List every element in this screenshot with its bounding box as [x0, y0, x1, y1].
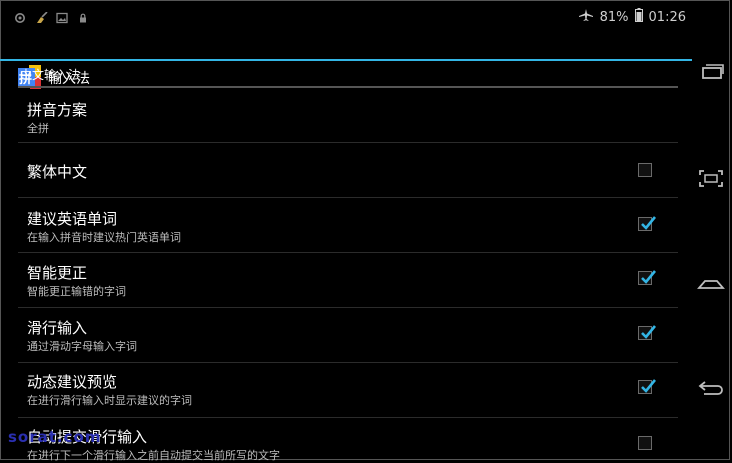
setting-title: 滑行输入 [27, 319, 88, 337]
setting-subtitle: 在进行滑行输入时显示建议的字词 [27, 394, 192, 407]
battery-percent: 81% [599, 9, 629, 25]
traditional-chinese-checkbox[interactable] [638, 163, 652, 177]
setting-subtitle: 通过滑动字母输入字词 [27, 340, 137, 353]
section-header: 中文输入法 [20, 68, 81, 82]
setting-gesture-typing[interactable]: 滑行输入 通过滑动字母输入字词 [18, 308, 678, 363]
suggest-english-checkbox[interactable] [638, 216, 657, 231]
setting-subtitle: 在进行下一个滑行输入之前自动提交当前所写的文字 [27, 449, 280, 462]
back-icon[interactable] [694, 375, 728, 399]
setting-title: 智能更正 [27, 264, 88, 282]
notification-icons [14, 9, 89, 24]
smart-correction-checkbox[interactable] [638, 270, 657, 285]
screenshot-icon[interactable] [694, 166, 728, 190]
recent-apps-icon[interactable] [694, 60, 728, 84]
setting-title: 拼音方案 [27, 101, 88, 119]
setting-pinyin-scheme[interactable]: 拼音方案 全拼 [18, 88, 678, 143]
navigation-bar [692, 0, 732, 462]
clock-time: 01:26 [648, 9, 686, 25]
settings-gear-icon [14, 9, 26, 23]
status-indicators: 81% 01:26 [578, 8, 686, 26]
watermark: sorat.com [8, 428, 102, 446]
setting-title: 动态建议预览 [27, 373, 118, 391]
image-icon [56, 9, 68, 24]
lock-icon [77, 9, 89, 23]
broom-clean-icon [35, 9, 48, 23]
setting-auto-commit[interactable]: 自动提交滑行输入 在进行下一个滑行输入之前自动提交当前所写的文字 [18, 418, 678, 462]
setting-subtitle: 全拼 [27, 122, 49, 135]
status-bar: 81% 01:26 [0, 0, 692, 32]
auto-commit-checkbox[interactable] [638, 436, 652, 450]
setting-smart-correction[interactable]: 智能更正 智能更正输错的字词 [18, 253, 678, 308]
setting-dynamic-preview[interactable]: 动态建议预览 在进行滑行输入时显示建议的字词 [18, 363, 678, 418]
setting-title: 建议英语单词 [27, 210, 118, 228]
action-bar-underline [0, 59, 692, 61]
setting-subtitle: 智能更正输错的字词 [27, 285, 126, 298]
setting-traditional-chinese[interactable]: 繁体中文 [18, 143, 678, 198]
action-bar: 拼 输入法 [0, 32, 692, 89]
gesture-typing-checkbox[interactable] [638, 325, 657, 340]
setting-subtitle: 在输入拼音时建议热门英语单词 [27, 231, 181, 244]
airplane-mode-icon [578, 8, 594, 26]
battery-icon [634, 8, 643, 26]
dynamic-preview-checkbox[interactable] [638, 379, 657, 394]
setting-title: 繁体中文 [27, 163, 88, 181]
setting-suggest-english[interactable]: 建议英语单词 在输入拼音时建议热门英语单词 [18, 198, 678, 253]
home-icon[interactable] [694, 272, 728, 296]
